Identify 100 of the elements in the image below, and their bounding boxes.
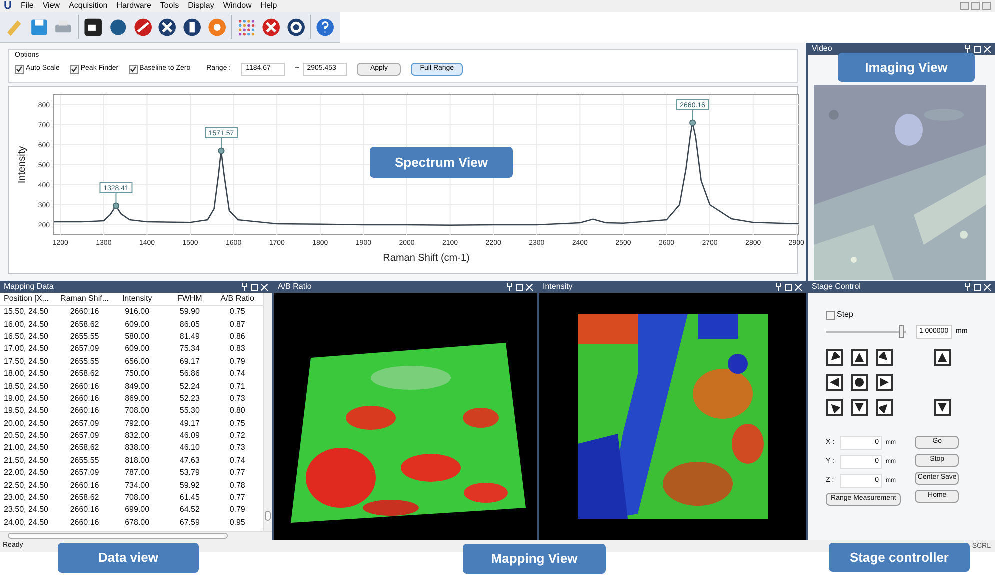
callout-label: Mapping View <box>463 544 606 574</box>
pin-icon[interactable] <box>507 283 513 291</box>
surface-patch <box>346 406 396 430</box>
surface-patch <box>462 408 498 428</box>
move-button[interactable] <box>826 374 843 391</box>
table-cell-text: 0.75 <box>228 420 246 428</box>
table-cell-text: 0.74 <box>228 370 246 378</box>
triangle-arrow-icon <box>829 352 840 363</box>
table-cell-text: 734.00 <box>124 482 151 490</box>
menu-item[interactable]: Help <box>260 2 278 10</box>
move-button[interactable] <box>934 399 951 416</box>
table-cell-text: 0.73 <box>228 444 246 452</box>
column-header[interactable]: Intensity <box>111 293 164 305</box>
table-cell-text: 19.00, 24.50 <box>4 394 50 403</box>
checkbox[interactable] <box>826 310 835 320</box>
menu-item[interactable]: Acquisition <box>69 2 108 10</box>
move-button[interactable] <box>851 399 868 416</box>
cancel-icon[interactable] <box>261 16 282 38</box>
menu-item[interactable]: Tools <box>160 2 180 10</box>
table-cell-text: 46.10 <box>178 444 201 452</box>
triangle-arrow-icon <box>937 352 948 363</box>
table-cell-text: 64.52 <box>178 506 201 514</box>
column-header[interactable]: Position [X... <box>4 293 58 305</box>
dot-icon <box>854 377 865 388</box>
table-cell-text: 832.00 <box>124 432 151 440</box>
column-header[interactable]: FWHM <box>164 293 216 305</box>
table-cell-text: 0.77 <box>228 469 246 478</box>
pin-icon[interactable] <box>965 283 971 291</box>
stop-sign-icon[interactable] <box>132 16 154 38</box>
table-cell-text: 15.50, 24.50 <box>4 308 50 316</box>
checkbox[interactable] <box>128 65 138 74</box>
table-cell-text: 22.00, 24.50 <box>4 469 50 478</box>
table-cell-text: 67.59 <box>178 518 201 527</box>
maximize-icon[interactable] <box>516 284 523 290</box>
table-cell-text: 0.80 <box>228 407 246 416</box>
table-cell-text: 81.49 <box>178 332 201 341</box>
menu-item[interactable]: Hardware <box>116 2 152 10</box>
table-cell-text: 580.00 <box>124 332 151 341</box>
table-cell-text: 2660.16 <box>69 482 100 490</box>
table-cell-text: 69.17 <box>178 358 201 366</box>
table-cell-text: 699.00 <box>124 506 151 514</box>
checkbox[interactable] <box>15 65 24 74</box>
vertical-scrollbar[interactable] <box>263 293 272 531</box>
table-cell-text: 2657.09 <box>69 469 100 478</box>
triangle-arrow-icon <box>937 402 948 413</box>
help-icon[interactable] <box>315 16 336 38</box>
table-cell-text: 20.00, 24.50 <box>4 420 50 428</box>
table-cell-text: 2660.16 <box>69 506 100 514</box>
save-icon[interactable] <box>28 16 50 38</box>
panel-title: Stage Control <box>812 283 861 291</box>
menu-item[interactable]: View <box>42 2 60 10</box>
panel-title: A/B Ratio <box>278 283 312 291</box>
column-header[interactable]: Raman Shif... <box>58 293 112 305</box>
callout-label: Imaging View <box>838 53 975 82</box>
menu-item[interactable]: Display <box>188 2 214 10</box>
table-cell-text: 2660.16 <box>69 308 100 316</box>
table-cell-text: 59.90 <box>178 308 201 316</box>
move-button[interactable] <box>934 349 951 366</box>
slider-thumb[interactable] <box>899 325 904 338</box>
table-cell-text: 53.79 <box>178 469 201 478</box>
maximize-icon[interactable] <box>974 46 981 52</box>
column-header[interactable]: A/B Ratio <box>216 293 260 305</box>
table-cell-text: 55.30 <box>178 407 201 416</box>
table-cell-text: 708.00 <box>124 494 151 502</box>
pin-icon[interactable] <box>965 45 971 53</box>
table-cell-text: 52.23 <box>178 394 201 403</box>
table-cell-text: 21.50, 24.50 <box>4 456 50 465</box>
maximize-icon[interactable] <box>251 284 258 290</box>
sphere-icon[interactable] <box>108 16 128 38</box>
table-cell-text: 0.87 <box>228 320 246 329</box>
move-button[interactable] <box>876 399 893 416</box>
table-cell-text: 0.71 <box>228 382 246 391</box>
app-logo: U <box>4 0 12 12</box>
table-cell-text: 75.34 <box>178 345 201 354</box>
move-button[interactable] <box>876 374 893 391</box>
horizontal-scrollbar[interactable] <box>0 531 272 540</box>
table-cell-text: 2657.09 <box>69 345 100 354</box>
table-cell-text: 2660.16 <box>69 518 100 527</box>
callout-label: Spectrum View <box>370 147 513 178</box>
maximize-icon[interactable] <box>785 284 792 290</box>
checkbox[interactable] <box>70 65 79 74</box>
callout-label: Stage controller <box>829 543 970 572</box>
maximize-icon[interactable] <box>974 284 981 290</box>
pin-icon[interactable] <box>776 283 782 291</box>
center-button[interactable] <box>851 374 868 391</box>
table-cell-text: 0.83 <box>228 345 246 354</box>
table-cell-text: 0.86 <box>228 332 246 341</box>
menu-item[interactable]: File <box>20 2 34 10</box>
menu-item[interactable]: Window <box>223 2 252 10</box>
table-cell-text: 818.00 <box>124 456 151 465</box>
table-cell-text: 0.74 <box>228 456 246 465</box>
move-button[interactable] <box>826 399 843 416</box>
move-button[interactable] <box>851 349 868 366</box>
pin-icon[interactable] <box>242 283 248 291</box>
triangle-arrow-icon <box>854 402 865 413</box>
table-cell-text: 0.77 <box>228 494 246 502</box>
move-button[interactable] <box>826 349 843 366</box>
table-cell-text: 59.92 <box>178 482 201 490</box>
move-button[interactable] <box>876 349 893 366</box>
table-cell-text: 52.24 <box>178 382 201 391</box>
